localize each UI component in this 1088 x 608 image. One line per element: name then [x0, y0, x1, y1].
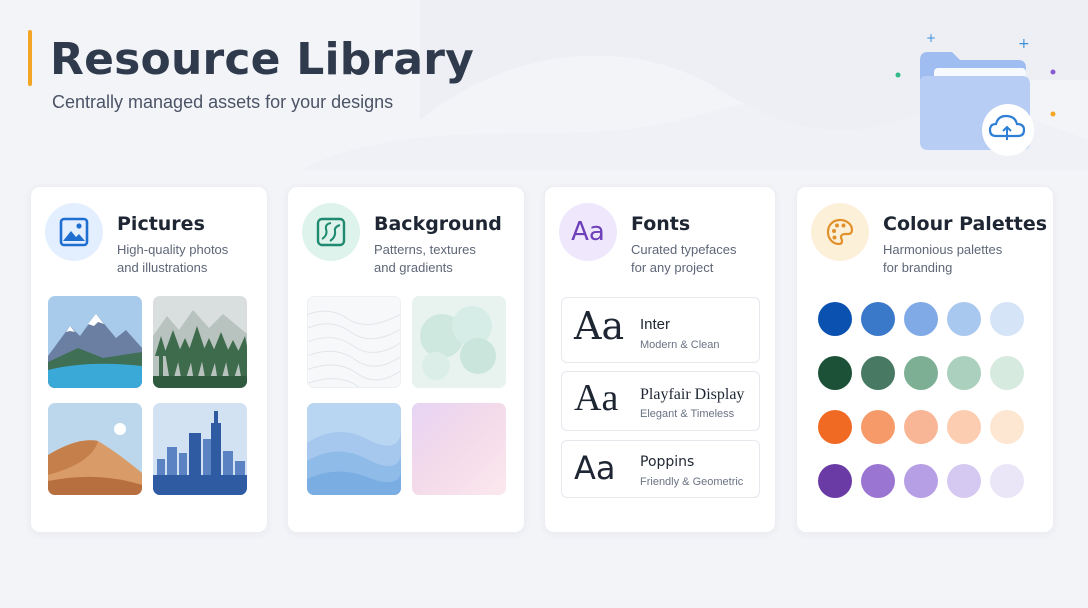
swatch-orange-1[interactable] [818, 410, 852, 444]
fonts-desc-line2: for any project [631, 260, 714, 275]
fonts-card[interactable]: Aa Fonts Curated typefaces for any proje… [544, 186, 776, 533]
palettes-desc-line2: for branding [883, 260, 953, 275]
svg-text:+: + [926, 31, 936, 45]
city-skyline-thumbnail[interactable] [153, 403, 247, 495]
watercolor-texture-thumbnail[interactable] [412, 296, 506, 388]
background-icon-circle [302, 203, 360, 261]
background-title: Background [374, 213, 502, 235]
background-description: Patterns, textures and gradients [374, 241, 476, 277]
swatch-blue-1[interactable] [818, 302, 852, 336]
swatch-green-2[interactable] [861, 356, 895, 390]
font-sample: Aa [574, 377, 619, 419]
palettes-desc-line1: Harmonious palettes [883, 242, 1003, 257]
swatch-orange-2[interactable] [861, 410, 895, 444]
palettes-description: Harmonious palettes for branding [883, 241, 1002, 277]
font-item-poppins[interactable]: Aa Poppins Friendly & Geometric [561, 440, 760, 498]
colour-palettes-card[interactable]: Colour Palettes Harmonious palettes for … [796, 186, 1054, 533]
pictures-desc-line1: High-quality photos [117, 242, 229, 257]
swatch-green-4[interactable] [947, 356, 981, 390]
desert-dunes-thumbnail[interactable] [48, 403, 142, 495]
swatch-blue-4[interactable] [947, 302, 981, 336]
palettes-icon-circle [811, 203, 869, 261]
pictures-icon-circle [45, 203, 103, 261]
swatch-purple-5[interactable] [990, 464, 1024, 498]
swatch-orange-5[interactable] [990, 410, 1024, 444]
topographic-pattern-thumbnail[interactable] [307, 296, 401, 388]
swatch-blue-2[interactable] [861, 302, 895, 336]
background-desc-line2: and gradients [374, 260, 453, 275]
pictures-card[interactable]: Pictures High-quality photos and illustr… [30, 186, 268, 533]
font-item-inter[interactable]: Aa Inter Modern & Clean [561, 297, 760, 363]
font-name: Inter [640, 316, 671, 333]
swatch-purple-2[interactable] [861, 464, 895, 498]
font-sample: Aa [574, 304, 625, 348]
fonts-icon-circle: Aa [559, 203, 617, 261]
swatch-green-1[interactable] [818, 356, 852, 390]
font-note: Elegant & Timeless [640, 408, 735, 420]
palette-icon [826, 218, 854, 246]
font-item-playfair[interactable]: Aa Playfair Display Elegant & Timeless [561, 371, 760, 431]
background-pattern-icon [316, 217, 346, 247]
swatch-purple-4[interactable] [947, 464, 981, 498]
page-subtitle: Centrally managed assets for your design… [52, 92, 394, 112]
mountain-lake-thumbnail[interactable] [48, 296, 142, 388]
pictures-description: High-quality photos and illustrations [117, 241, 228, 277]
background-card[interactable]: Background Patterns, textures and gradie… [287, 186, 525, 533]
title-accent-bar [28, 30, 32, 86]
swatch-purple-1[interactable] [818, 464, 852, 498]
cloud-folder-icon: + + [895, 31, 1056, 156]
swatch-green-3[interactable] [904, 356, 938, 390]
pictures-title: Pictures [117, 213, 205, 235]
blue-waves-thumbnail[interactable] [307, 403, 401, 495]
font-sample: Aa [574, 449, 616, 487]
page-title: Resource Library [50, 34, 474, 85]
swatch-purple-3[interactable] [904, 464, 938, 498]
font-note: Modern & Clean [640, 339, 720, 351]
image-icon [59, 217, 89, 247]
background-desc-line1: Patterns, textures [374, 242, 476, 257]
swatch-orange-4[interactable] [947, 410, 981, 444]
swatch-blue-3[interactable] [904, 302, 938, 336]
typeface-icon: Aa [571, 217, 605, 247]
font-note: Friendly & Geometric [640, 476, 744, 488]
palettes-title: Colour Palettes [883, 213, 1048, 235]
svg-text:+: + [1018, 36, 1030, 52]
swatch-green-5[interactable] [990, 356, 1024, 390]
font-name: Poppins [640, 454, 695, 470]
swatch-orange-3[interactable] [904, 410, 938, 444]
fonts-desc-line1: Curated typefaces [631, 242, 737, 257]
pastel-gradient-thumbnail[interactable] [412, 403, 506, 495]
forest-thumbnail[interactable] [153, 296, 247, 388]
fonts-title: Fonts [631, 213, 691, 235]
font-name: Playfair Display [640, 386, 745, 403]
swatch-blue-5[interactable] [990, 302, 1024, 336]
pictures-desc-line2: and illustrations [117, 260, 208, 275]
fonts-description: Curated typefaces for any project [631, 241, 737, 277]
